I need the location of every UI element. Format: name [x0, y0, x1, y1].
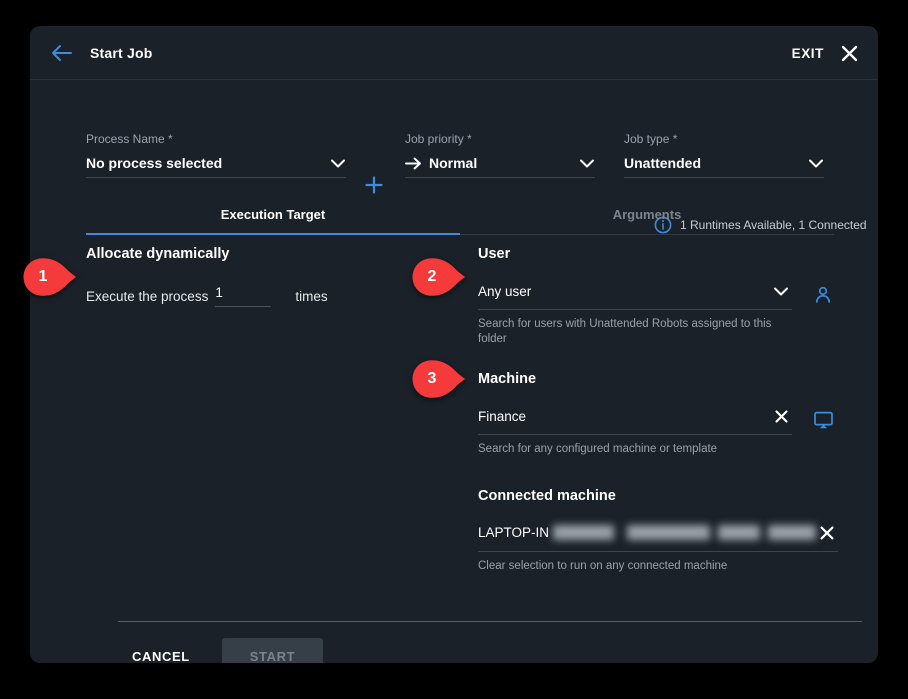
user-value: Any user	[478, 283, 532, 299]
user-section: User Any user Search for users with Unat…	[478, 246, 838, 347]
connected-machine-row[interactable]: LAPTOP-IN	[478, 522, 838, 552]
cancel-button[interactable]: CANCEL	[118, 639, 204, 663]
connected-machine-title: Connected machine	[478, 487, 616, 504]
job-priority-label: Job priority *	[405, 132, 472, 146]
close-icon	[774, 410, 788, 423]
callout-number-3: 3	[427, 370, 437, 387]
machine-select[interactable]: Finance	[478, 405, 792, 436]
monitor-icon	[813, 411, 833, 429]
chevron-down-icon	[331, 159, 345, 167]
callout-badge-2: 2	[411, 257, 467, 297]
callout-badge-1: 1	[22, 257, 78, 297]
connected-machine-hint: Clear selection to run on any connected …	[478, 559, 728, 572]
plus-icon	[365, 176, 383, 194]
start-job-dialog: Start Job EXIT Process Name * No process…	[30, 26, 878, 663]
machine-section: Machine Finance Search for any configure…	[478, 371, 838, 457]
job-type-select[interactable]: Unattended	[624, 155, 824, 178]
job-type-value: Unattended	[624, 155, 701, 171]
machine-row: Finance	[478, 405, 838, 436]
back-button[interactable]	[44, 35, 80, 71]
allocate-dynamically-title: Allocate dynamically	[86, 246, 230, 262]
user-hint: Search for users with Unattended Robots …	[478, 318, 772, 346]
add-process-button[interactable]	[363, 174, 385, 196]
exit-button[interactable]: EXIT	[792, 46, 824, 61]
user-select[interactable]: Any user	[478, 280, 792, 310]
execute-times-input[interactable]	[215, 285, 272, 300]
machine-value: Finance	[478, 408, 527, 424]
process-name-caret[interactable]	[330, 155, 346, 171]
chevron-down-icon	[809, 159, 823, 167]
tab-execution-target[interactable]: Execution Target	[86, 194, 460, 235]
user-title: User	[478, 246, 511, 262]
redacted-block	[553, 525, 614, 541]
callout-badge-3: 3	[411, 359, 467, 399]
select-user-button[interactable]	[808, 285, 838, 305]
dialog-header: Start Job EXIT	[30, 26, 878, 80]
page-title: Start Job	[90, 44, 153, 61]
job-priority-field: Job priority * Normal	[405, 132, 595, 178]
execution-target-right: User Any user Search for users with Unat…	[478, 246, 838, 574]
machine-clear-button[interactable]	[770, 405, 792, 427]
header-actions: EXIT	[792, 26, 862, 80]
callout-number-1: 1	[38, 268, 48, 285]
machine-title: Machine	[478, 371, 537, 388]
job-type-field: Job type * Unattended	[624, 132, 824, 178]
footer-divider	[118, 621, 862, 622]
execute-process-label: Execute the process	[86, 289, 209, 304]
start-button[interactable]: START	[221, 638, 324, 663]
user-caret[interactable]	[770, 280, 792, 302]
process-name-label: Process Name *	[86, 132, 173, 146]
person-icon	[815, 286, 831, 303]
allocate-dynamically-section: Allocate dynamically Execute the process…	[86, 246, 436, 307]
process-name-value: No process selected	[86, 155, 223, 171]
chevron-down-icon	[580, 159, 594, 167]
user-row: Any user	[478, 280, 838, 310]
close-button[interactable]	[836, 40, 862, 66]
job-priority-value: Normal	[429, 155, 478, 171]
job-priority-select[interactable]: Normal	[405, 155, 595, 178]
connected-machine-section: Connected machine LAPTOP-IN Clear select…	[478, 488, 838, 574]
redacted-block	[626, 525, 711, 541]
process-name-field: Process Name * No process selected	[86, 132, 346, 178]
machine-hint: Search for any configured machine or tem…	[478, 443, 718, 456]
connected-machine-clear-button[interactable]	[816, 522, 838, 544]
select-machine-button[interactable]	[808, 411, 838, 430]
dialog-footer: CANCEL START	[118, 638, 324, 663]
job-fields: Process Name * No process selected Job p…	[30, 80, 878, 234]
arrow-left-icon	[52, 44, 72, 61]
execute-times-row: Execute the process times	[86, 284, 436, 307]
tab-bar: Execution Target Arguments	[86, 194, 834, 235]
close-icon	[841, 45, 857, 61]
job-type-label: Job type *	[624, 132, 678, 146]
times-label: times	[295, 289, 328, 304]
tab-arguments[interactable]: Arguments	[460, 194, 834, 234]
execute-times-input-wrap[interactable]	[215, 284, 272, 307]
job-priority-caret[interactable]	[579, 155, 595, 171]
connected-machine-value: LAPTOP-IN	[478, 525, 550, 541]
redacted-block	[718, 525, 761, 541]
callout-number-2: 2	[427, 268, 437, 285]
job-type-caret[interactable]	[808, 155, 824, 171]
redacted-block	[768, 525, 817, 541]
close-icon	[820, 526, 834, 540]
process-name-select[interactable]: No process selected	[86, 155, 346, 178]
chevron-down-icon	[774, 287, 788, 295]
arrow-right-icon	[405, 157, 422, 170]
